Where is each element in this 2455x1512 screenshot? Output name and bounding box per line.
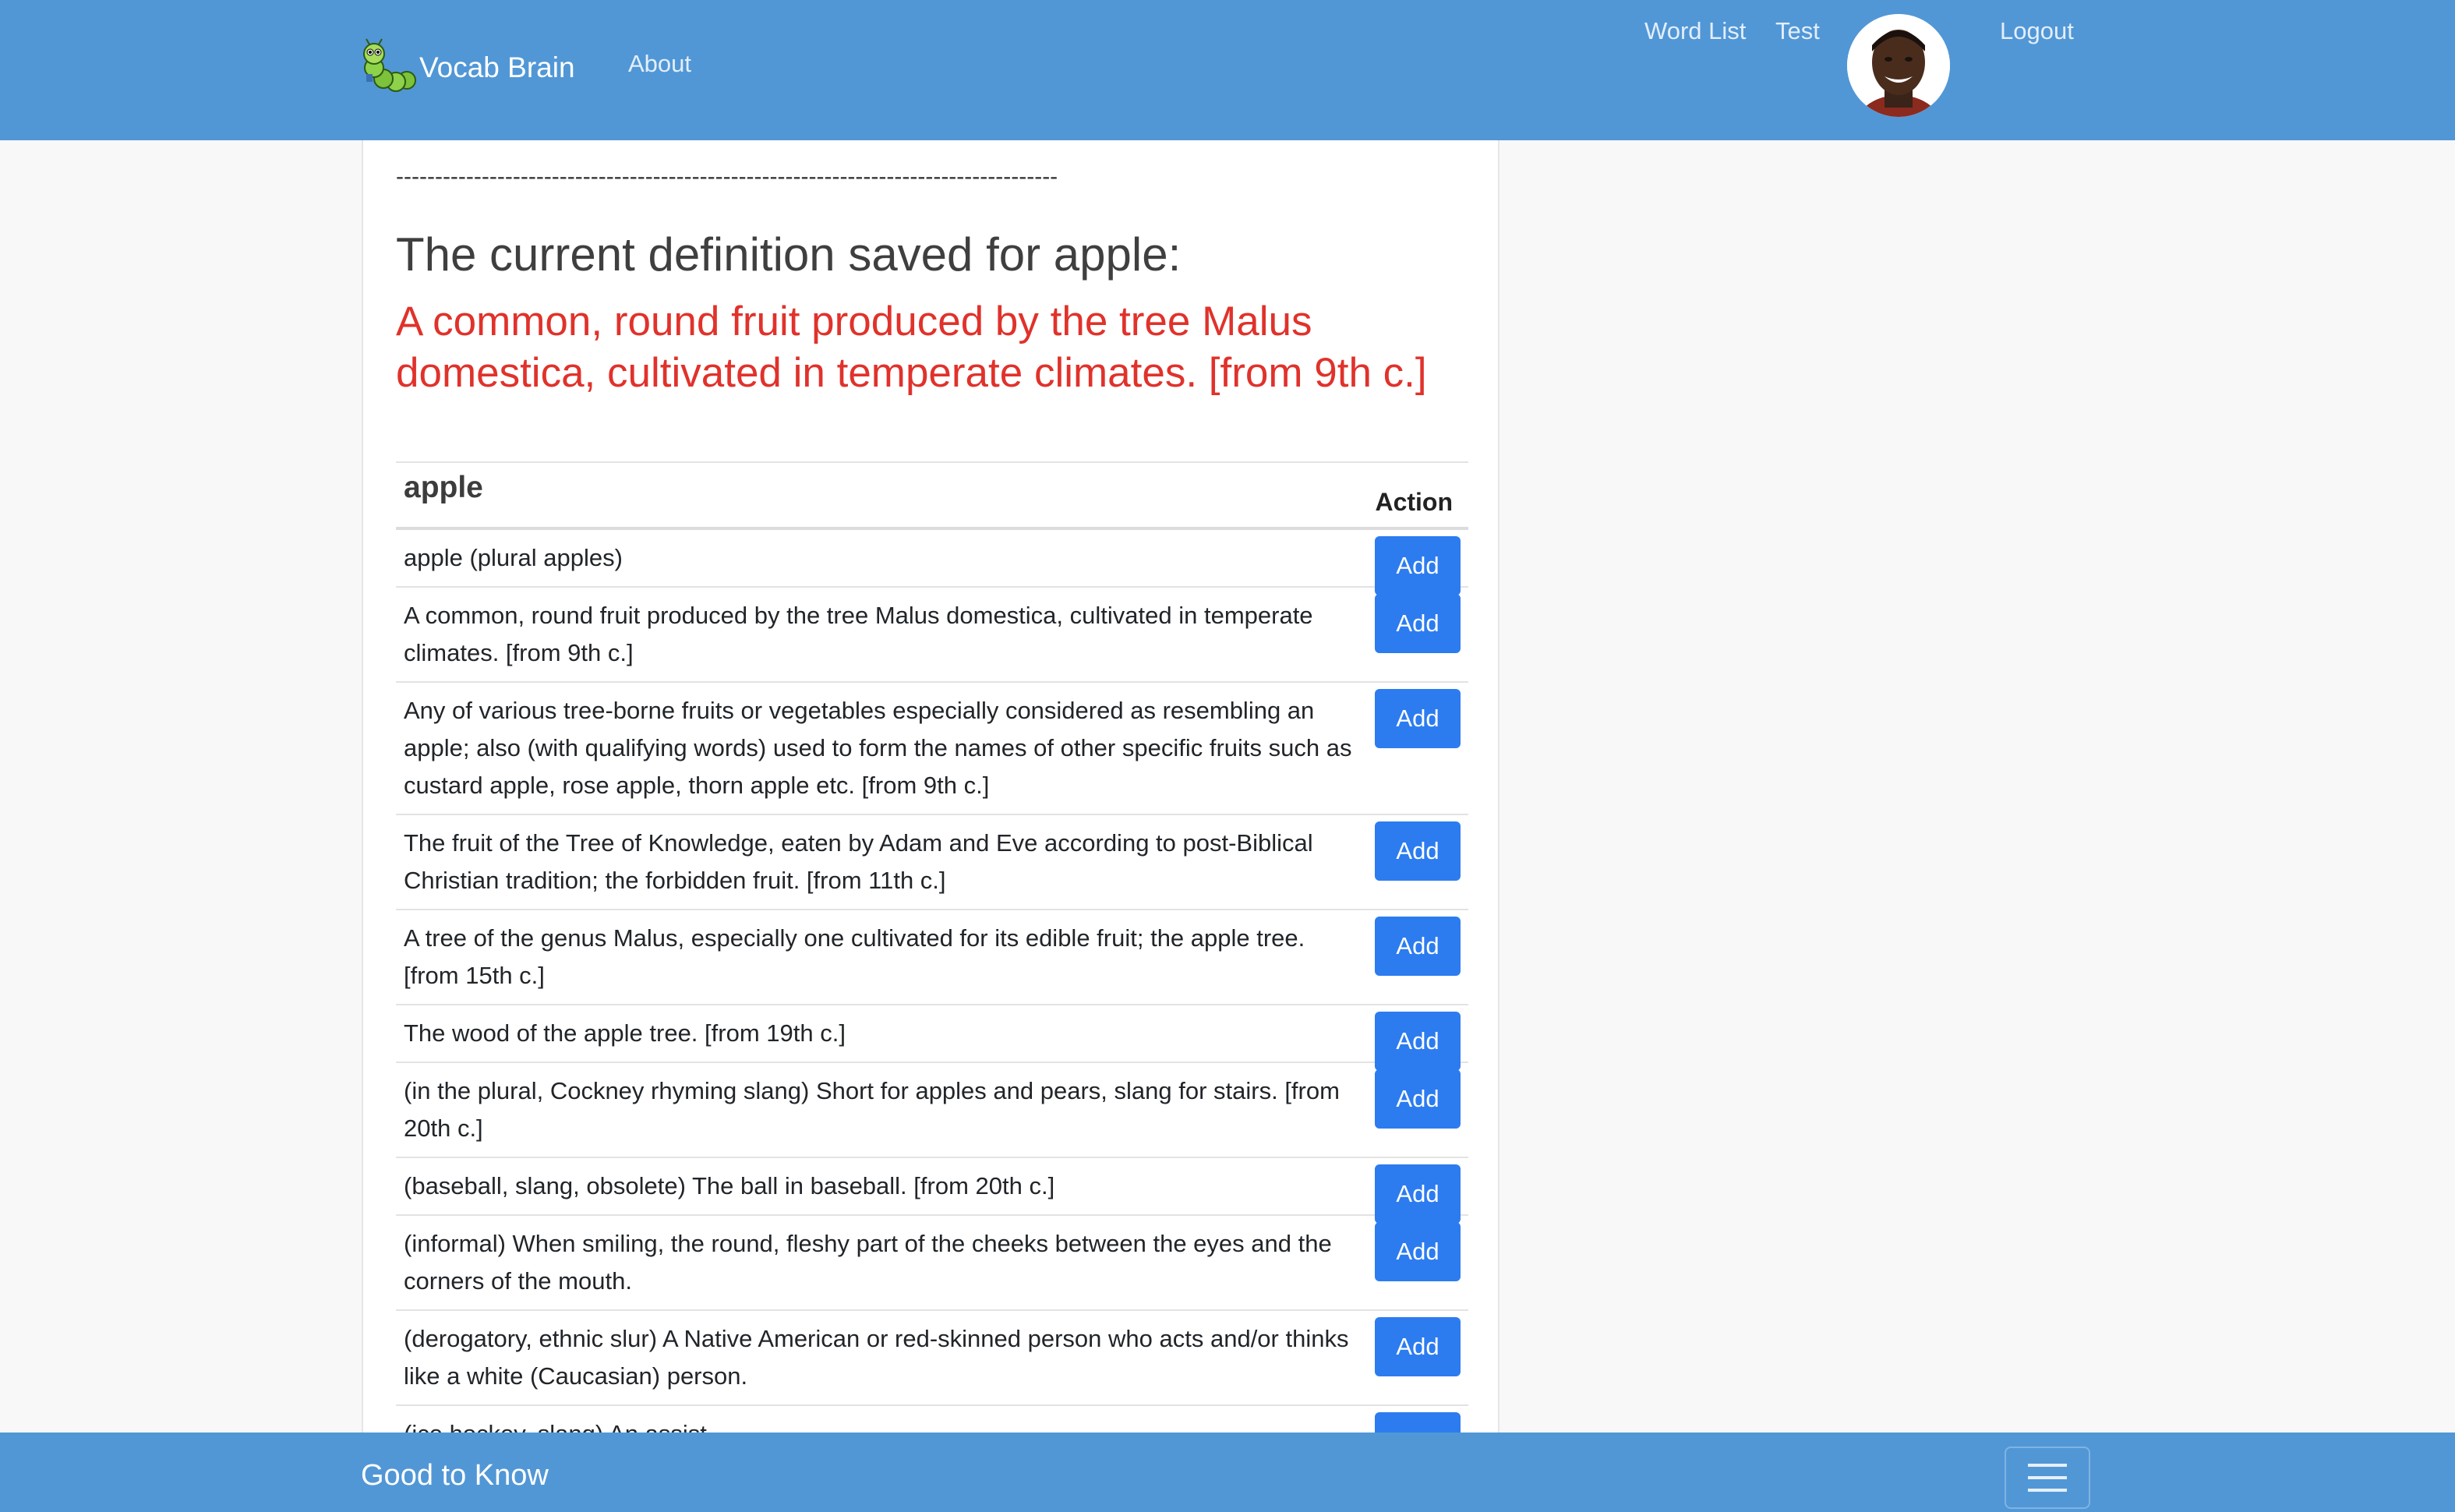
nav-test-link[interactable]: Test (1775, 17, 1820, 45)
nav-about-link[interactable]: About (628, 50, 691, 78)
definition-text: Any of various tree-borne fruits or vege… (404, 697, 1352, 799)
add-button[interactable]: Add (1375, 594, 1461, 653)
table-row: A common, round fruit produced by the tr… (396, 588, 1468, 683)
add-button[interactable]: Add (1375, 1317, 1461, 1376)
add-button[interactable]: Add (1375, 917, 1461, 976)
definition-text: (derogatory, ethnic slur) A Native Ameri… (404, 1325, 1349, 1390)
word-header: apple (404, 471, 483, 504)
definitions-table: apple Action apple (plural apples) Add A… (396, 461, 1468, 1434)
action-header: Action (1375, 488, 1453, 516)
nav-logout-link[interactable]: Logout (2000, 17, 2074, 45)
definition-text: apple (plural apples) (404, 544, 623, 571)
definition-text: (informal) When smiling, the round, fles… (404, 1230, 1332, 1295)
add-button[interactable]: Add (1375, 536, 1461, 595)
add-button[interactable]: Add (1375, 689, 1461, 748)
add-button[interactable]: Add (1375, 1069, 1461, 1129)
add-button[interactable]: Add (1375, 821, 1461, 881)
table-row: apple (plural apples) Add (396, 530, 1468, 595)
add-button[interactable]: Add (1375, 1412, 1461, 1434)
table-row: (in the plural, Cockney rhyming slang) S… (396, 1063, 1468, 1158)
add-button[interactable]: Add (1375, 1222, 1461, 1281)
table-row: (derogatory, ethnic slur) A Native Ameri… (396, 1311, 1468, 1406)
table-row: (informal) When smiling, the round, fles… (396, 1216, 1468, 1311)
brand-name[interactable]: Vocab Brain (419, 51, 575, 84)
definition-text: A common, round fruit produced by the tr… (404, 602, 1313, 666)
definition-text: (baseball, slang, obsolete) The ball in … (404, 1172, 1055, 1199)
table-row: The wood of the apple tree. [from 19th c… (396, 1005, 1468, 1071)
table-row: (ice hockey, slang) An assist. Add (396, 1406, 1468, 1434)
table-header: apple Action (396, 463, 1468, 530)
add-button[interactable]: Add (1375, 1164, 1461, 1224)
current-definition: A common, round fruit produced by the tr… (396, 299, 1427, 396)
hamburger-menu-icon[interactable] (2005, 1447, 2090, 1509)
user-avatar[interactable] (1847, 14, 1950, 117)
table-row: Any of various tree-borne fruits or vege… (396, 683, 1468, 815)
definition-text: The wood of the apple tree. [from 19th c… (404, 1019, 846, 1047)
top-navbar: Vocab Brain About Word List Test Logout (0, 0, 2455, 140)
table-row: A tree of the genus Malus, especially on… (396, 910, 1468, 1005)
avatar-face-icon (1847, 14, 1950, 117)
nav-word-list-link[interactable]: Word List (1644, 17, 1746, 45)
separator-line: ----------------------------------------… (396, 164, 1058, 189)
main-content: ----------------------------------------… (362, 140, 1499, 1434)
menu-bar (2028, 1489, 2067, 1492)
definition-text: A tree of the genus Malus, especially on… (404, 924, 1305, 989)
table-row: The fruit of the Tree of Knowledge, eate… (396, 815, 1468, 910)
bottom-navbar: Good to Know (0, 1433, 2455, 1512)
footer-title[interactable]: Good to Know (361, 1459, 549, 1493)
table-row: (baseball, slang, obsolete) The ball in … (396, 1158, 1468, 1224)
brand-link[interactable]: Vocab Brain (359, 34, 575, 101)
add-button[interactable]: Add (1375, 1012, 1461, 1071)
menu-bar (2028, 1476, 2067, 1479)
definition-text: (in the plural, Cockney rhyming slang) S… (404, 1077, 1340, 1142)
page-title: The current definition saved for apple: (396, 228, 1182, 281)
caterpillar-logo-icon (363, 38, 416, 92)
menu-bar (2028, 1464, 2067, 1467)
definition-text: (ice hockey, slang) An assist. (404, 1420, 714, 1434)
definition-text: The fruit of the Tree of Knowledge, eate… (404, 829, 1313, 894)
